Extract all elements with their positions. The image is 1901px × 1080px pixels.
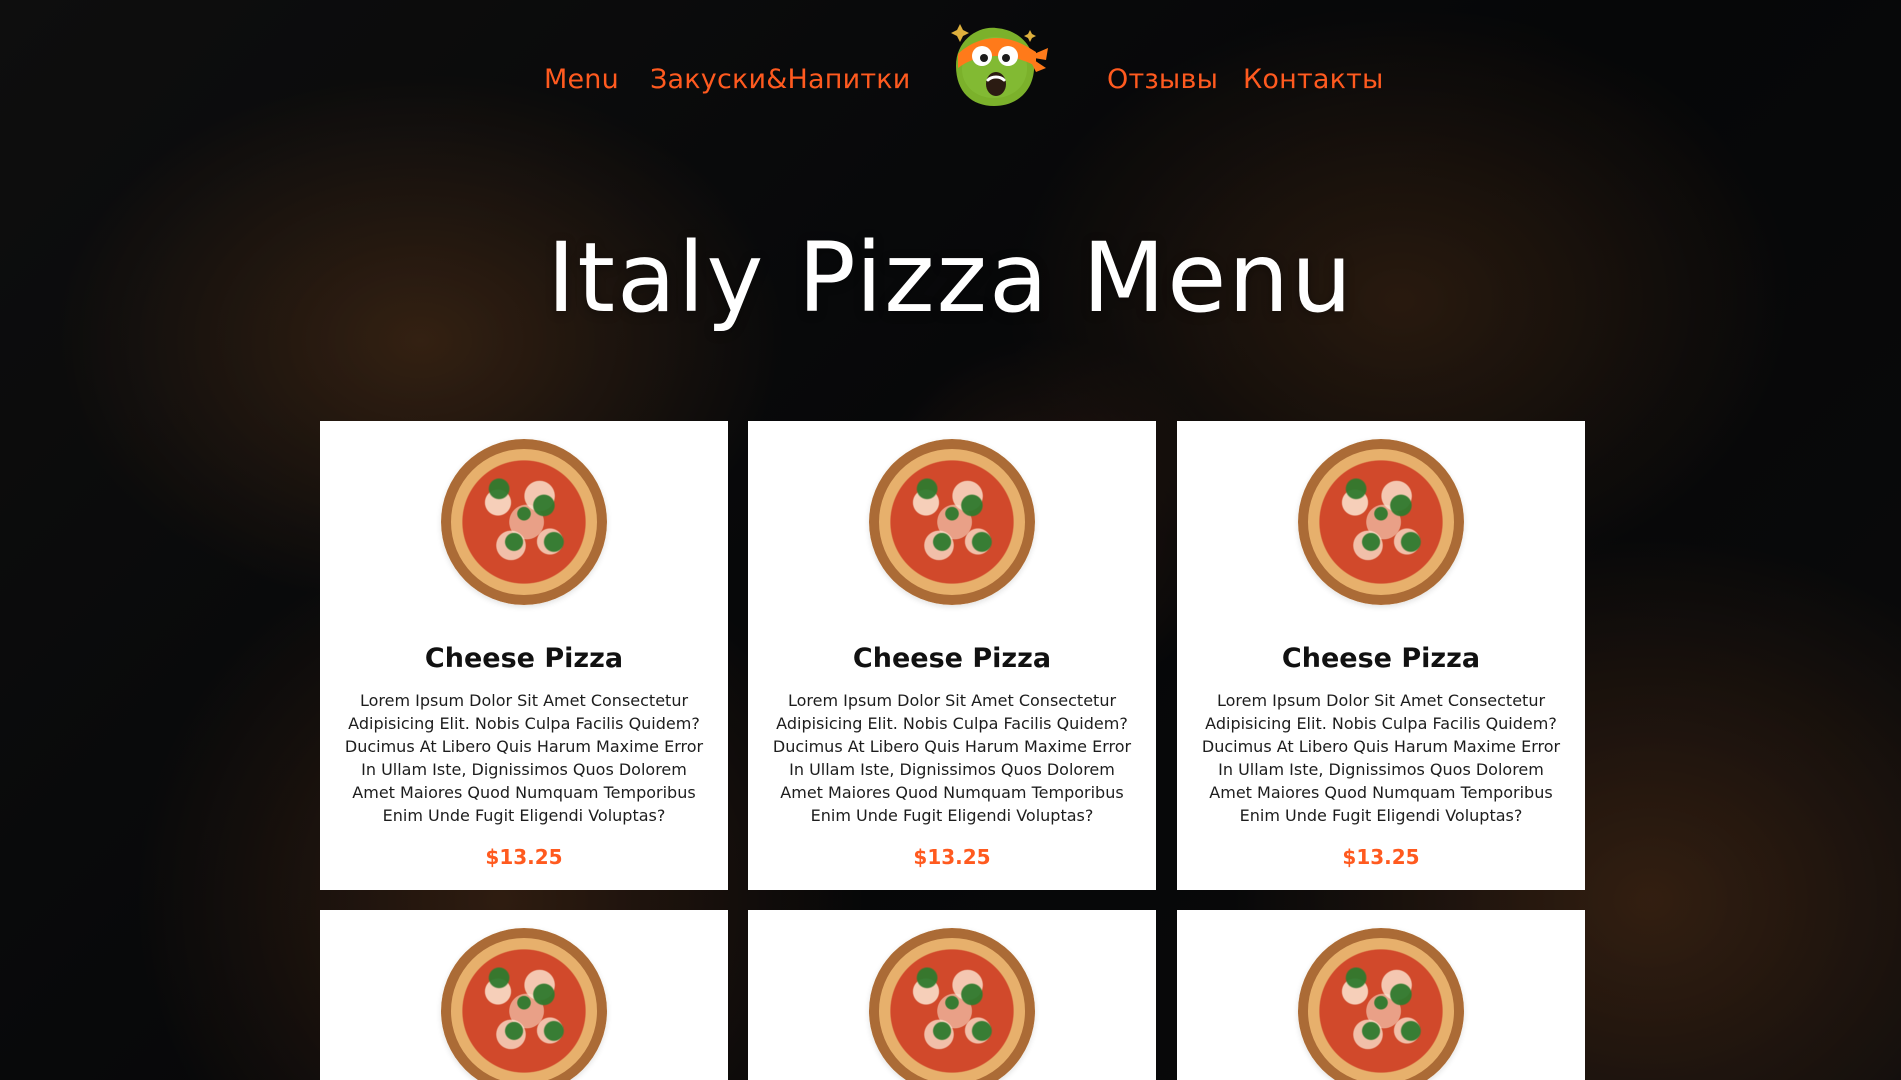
pizza-icon xyxy=(441,928,607,1080)
menu-card-price: $13.25 xyxy=(913,845,991,869)
pizza-icon xyxy=(869,928,1035,1080)
top-nav: Menu Закуски&Напитки Отзывы Контакты xyxy=(0,0,1901,150)
menu-card-price: $13.25 xyxy=(1342,845,1420,869)
menu-card xyxy=(748,910,1156,1080)
menu-card-price: $13.25 xyxy=(485,845,563,869)
nav-link-contacts[interactable]: Контакты xyxy=(1243,64,1384,95)
menu-card-description: Lorem Ipsum Dolor Sit Amet Consectetur A… xyxy=(1201,691,1561,825)
turtle-mascot-icon[interactable] xyxy=(938,14,1050,114)
menu-card: Cheese Pizza Lorem Ipsum Dolor Sit Amet … xyxy=(320,421,728,890)
menu-card: Cheese Pizza Lorem Ipsum Dolor Sit Amet … xyxy=(748,421,1156,890)
page: Menu Закуски&Напитки Отзывы Контакты Ita… xyxy=(0,0,1901,1080)
turtle-mascot-svg xyxy=(951,24,1048,107)
menu-card-description: Lorem Ipsum Dolor Sit Amet Consectetur A… xyxy=(772,691,1132,825)
menu-card-description: Lorem Ipsum Dolor Sit Amet Consectetur A… xyxy=(344,691,704,825)
pizza-icon xyxy=(869,439,1035,605)
menu-card xyxy=(1177,910,1585,1080)
pizza-icon xyxy=(441,439,607,605)
pizza-icon xyxy=(1298,439,1464,605)
nav-link-reviews[interactable]: Отзывы xyxy=(1107,64,1218,95)
menu-card: Cheese Pizza Lorem Ipsum Dolor Sit Amet … xyxy=(1177,421,1585,890)
pizza-icon xyxy=(1298,928,1464,1080)
menu-card-title: Cheese Pizza xyxy=(424,643,624,674)
nav-link-snacks-drinks[interactable]: Закуски&Напитки xyxy=(650,64,911,95)
page-title: Italy Pizza Menu xyxy=(547,222,1354,334)
nav-link-menu[interactable]: Menu xyxy=(544,64,619,95)
menu-card xyxy=(320,910,728,1080)
menu-card-title: Cheese Pizza xyxy=(1281,643,1481,674)
menu-card-title: Cheese Pizza xyxy=(852,643,1052,674)
